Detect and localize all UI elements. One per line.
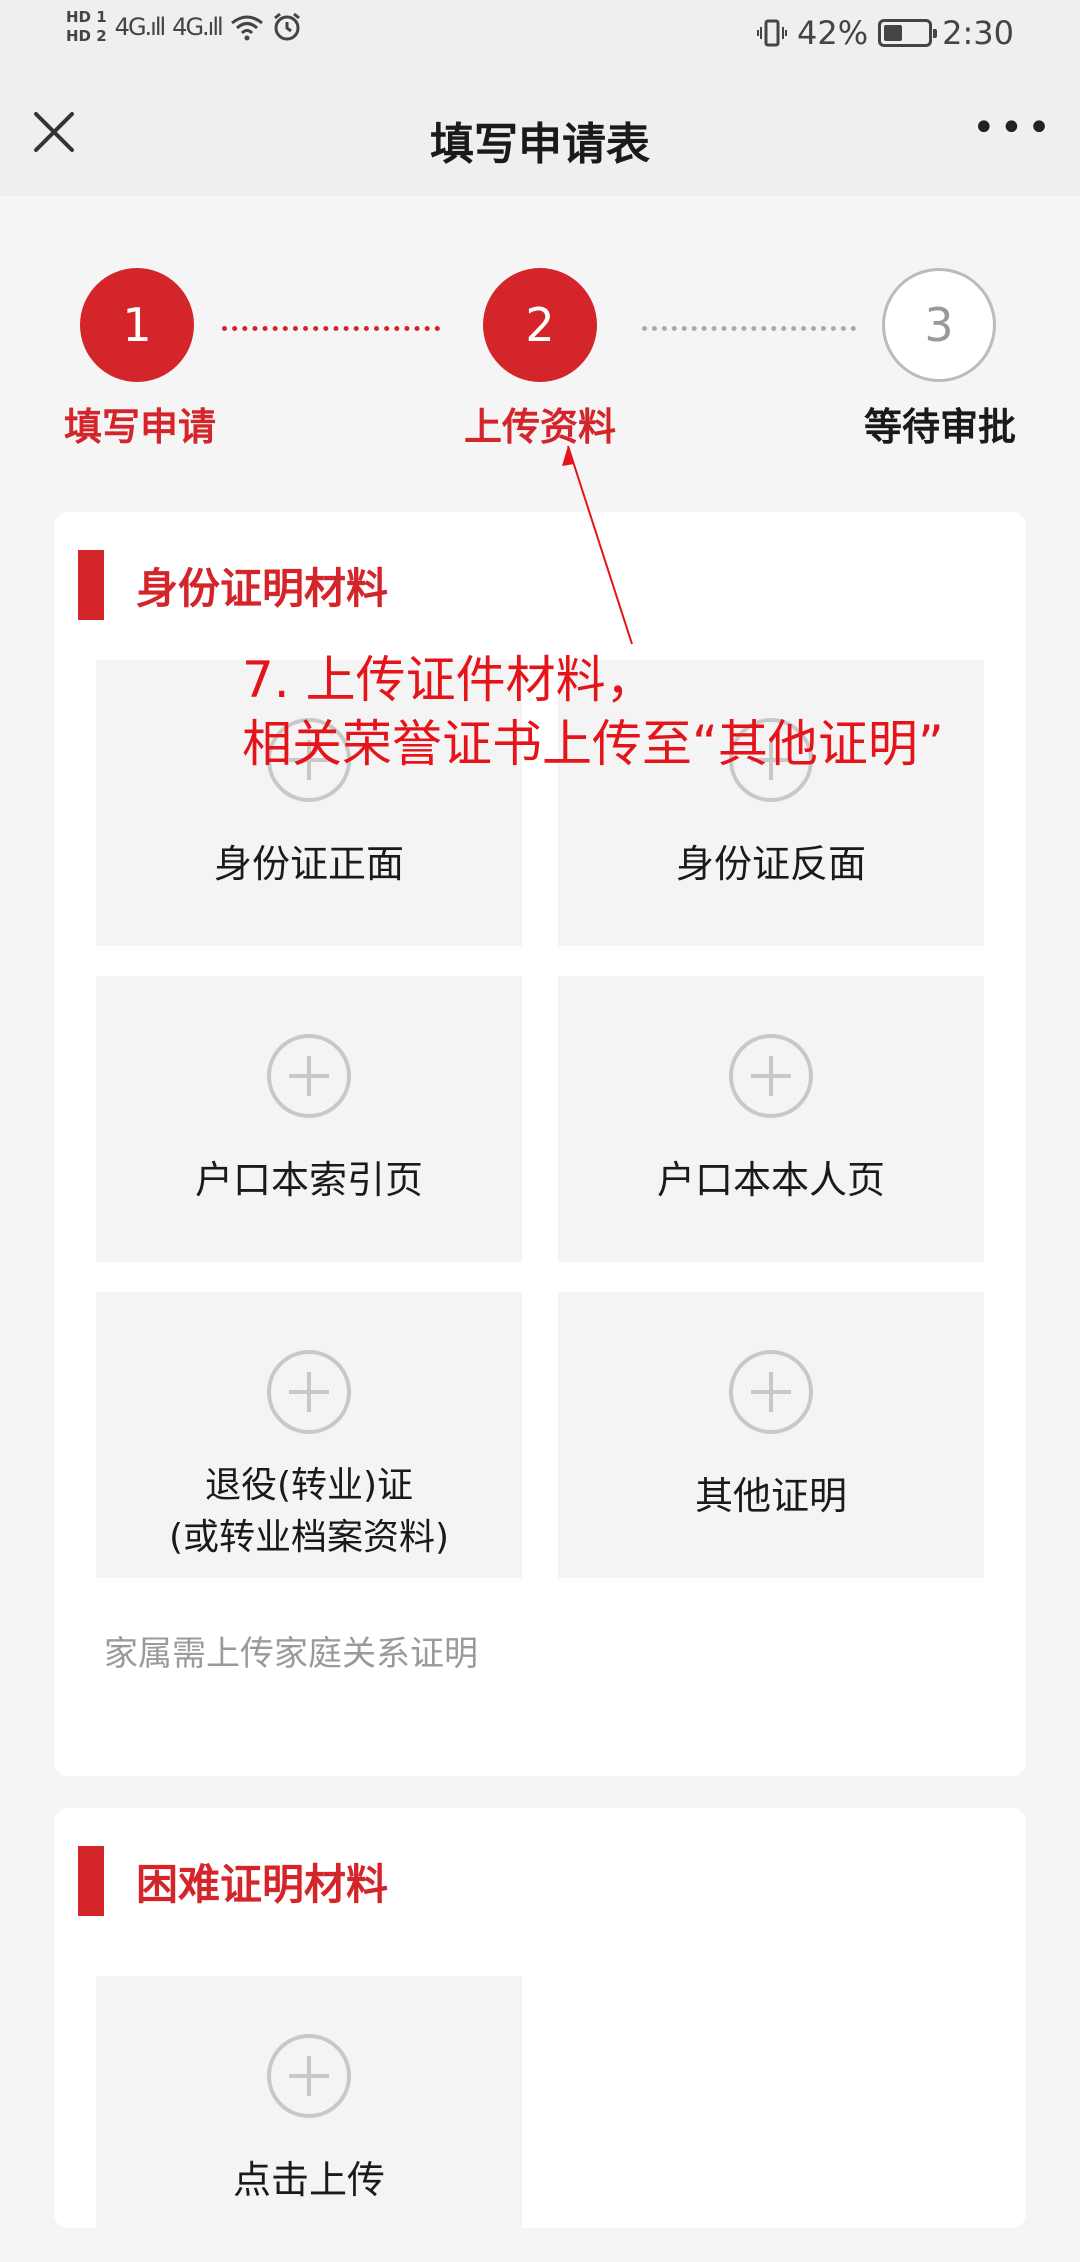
annotation-arrow (562, 445, 633, 645)
annotation-line2: 相关荣誉证书上传至“其他证明” (242, 715, 944, 773)
annotation-text: 7. 上传证件材料， 相关荣誉证书上传至“其他证明” (242, 648, 944, 776)
annotation-line1: 7. 上传证件材料， (242, 651, 656, 709)
